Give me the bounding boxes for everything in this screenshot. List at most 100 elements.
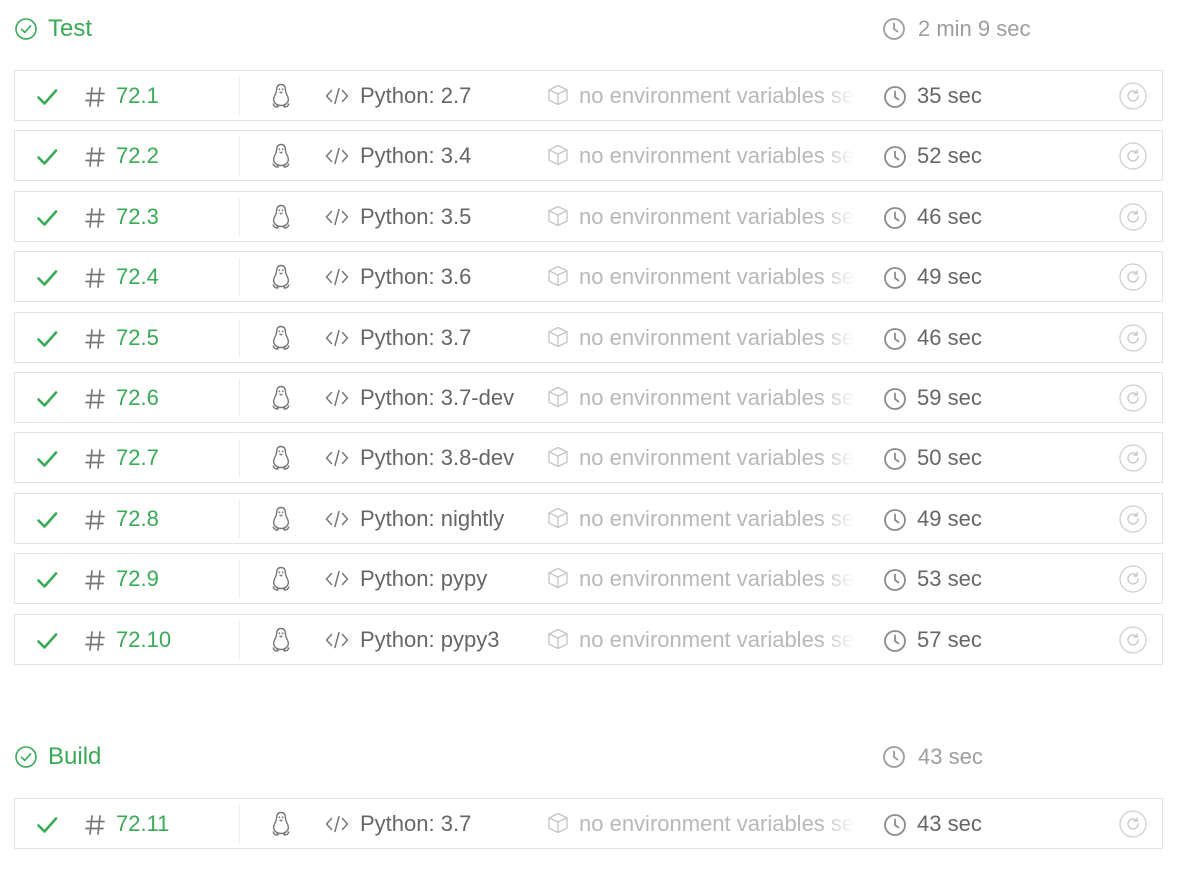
check-icon (37, 633, 58, 649)
code-icon (325, 208, 349, 226)
job-row[interactable]: 72.5 Python: 3.7 no environment variable… (14, 312, 1163, 363)
job-duration: 46 sec (917, 204, 982, 229)
job-row[interactable]: 72.2 Python: 3.4 no environment variable… (14, 130, 1163, 181)
clock-icon (883, 18, 905, 40)
job-env: no environment variables set (543, 139, 855, 173)
linux-penguin-icon (272, 506, 290, 531)
job-duration: 52 sec (917, 143, 982, 168)
check-circle-icon (15, 746, 37, 768)
check-icon (37, 89, 58, 105)
linux-penguin-icon (272, 204, 290, 229)
job-number[interactable]: 72.3 (116, 204, 159, 230)
clock-icon (884, 146, 906, 168)
check-icon (37, 451, 58, 467)
job-env: no environment variables set (543, 623, 855, 657)
divider (239, 560, 240, 598)
code-icon (325, 570, 349, 588)
job-number[interactable]: 72.2 (116, 143, 159, 169)
code-icon (325, 147, 349, 165)
linux-penguin-icon (272, 385, 290, 410)
code-icon (325, 268, 349, 286)
cube-icon (548, 628, 568, 650)
text-fade (821, 381, 855, 415)
text-fade (821, 441, 855, 475)
restart-icon[interactable] (1119, 810, 1147, 838)
code-icon (325, 815, 349, 833)
job-row[interactable]: 72.11 Python: 3.7 no environment variabl… (14, 798, 1163, 849)
restart-icon[interactable] (1119, 324, 1147, 352)
job-number[interactable]: 72.1 (116, 83, 159, 109)
check-circle-icon (15, 18, 37, 40)
job-row[interactable]: 72.8 Python: nightly no environment vari… (14, 493, 1163, 544)
job-row[interactable]: 72.6 Python: 3.7-dev no environment vari… (14, 372, 1163, 423)
clock-icon (884, 388, 906, 410)
job-number[interactable]: 72.5 (116, 325, 159, 351)
restart-icon[interactable] (1119, 142, 1147, 170)
restart-icon[interactable] (1119, 203, 1147, 231)
cube-icon (548, 507, 568, 529)
code-icon (325, 329, 349, 347)
divider (239, 500, 240, 538)
restart-icon[interactable] (1119, 565, 1147, 593)
job-row[interactable]: 72.10 Python: pypy3 no environment varia… (14, 614, 1163, 665)
job-env-text: no environment variables set (579, 83, 855, 108)
check-icon (37, 512, 58, 528)
job-number[interactable]: 72.11 (116, 811, 169, 837)
hash-icon (85, 147, 105, 167)
job-row[interactable]: 72.9 Python: pypy no environment variabl… (14, 553, 1163, 604)
job-row[interactable]: 72.1 Python: 2.7 no environment variable… (14, 70, 1163, 121)
job-duration: 35 sec (917, 83, 982, 108)
job-number[interactable]: 72.6 (116, 385, 159, 411)
restart-icon[interactable] (1119, 384, 1147, 412)
job-language: Python: 2.7 (360, 83, 472, 108)
job-row[interactable]: 72.3 Python: 3.5 no environment variable… (14, 191, 1163, 242)
stage-duration: 43 sec (882, 744, 983, 770)
job-row[interactable]: 72.4 Python: 3.6 no environment variable… (14, 251, 1163, 302)
job-duration: 53 sec (917, 566, 982, 591)
restart-icon[interactable] (1119, 444, 1147, 472)
text-fade (821, 807, 855, 841)
job-duration: 49 sec (917, 264, 982, 289)
job-env-text: no environment variables set (579, 627, 855, 652)
job-number[interactable]: 72.4 (116, 264, 159, 290)
cube-icon (548, 446, 568, 468)
check-icon (37, 149, 58, 165)
text-fade (821, 79, 855, 113)
hash-icon (85, 570, 105, 590)
job-duration: 49 sec (917, 506, 982, 531)
hash-icon (85, 815, 105, 835)
clock-icon (883, 746, 905, 768)
cube-icon (548, 812, 568, 834)
divider (239, 439, 240, 477)
job-env: no environment variables set (543, 441, 855, 475)
job-duration: 43 sec (917, 811, 982, 836)
stage-duration-text: 43 sec (918, 744, 983, 769)
text-fade (821, 623, 855, 657)
restart-icon[interactable] (1119, 505, 1147, 533)
divider (239, 198, 240, 236)
job-number[interactable]: 72.8 (116, 506, 159, 532)
job-number[interactable]: 72.9 (116, 566, 159, 592)
stage-header-test: Test 2 min 9 sec (14, 12, 1166, 46)
job-row[interactable]: 72.7 Python: 3.8-dev no environment vari… (14, 432, 1163, 483)
restart-icon[interactable] (1119, 263, 1147, 291)
divider (239, 379, 240, 417)
linux-penguin-icon (272, 143, 290, 168)
clock-icon (884, 569, 906, 591)
job-env-text: no environment variables set (579, 811, 855, 836)
hash-icon (85, 208, 105, 228)
job-number[interactable]: 72.7 (116, 445, 159, 471)
linux-penguin-icon (272, 566, 290, 591)
job-number[interactable]: 72.10 (116, 627, 171, 653)
job-env: no environment variables set (543, 502, 855, 536)
check-icon (37, 331, 58, 347)
check-icon (37, 391, 58, 407)
text-fade (821, 502, 855, 536)
job-env: no environment variables set (543, 79, 855, 113)
restart-icon[interactable] (1119, 82, 1147, 110)
hash-icon (85, 631, 105, 651)
job-language: Python: 3.7 (360, 325, 472, 350)
cube-icon (548, 205, 568, 227)
restart-icon[interactable] (1119, 626, 1147, 654)
cube-icon (548, 326, 568, 348)
